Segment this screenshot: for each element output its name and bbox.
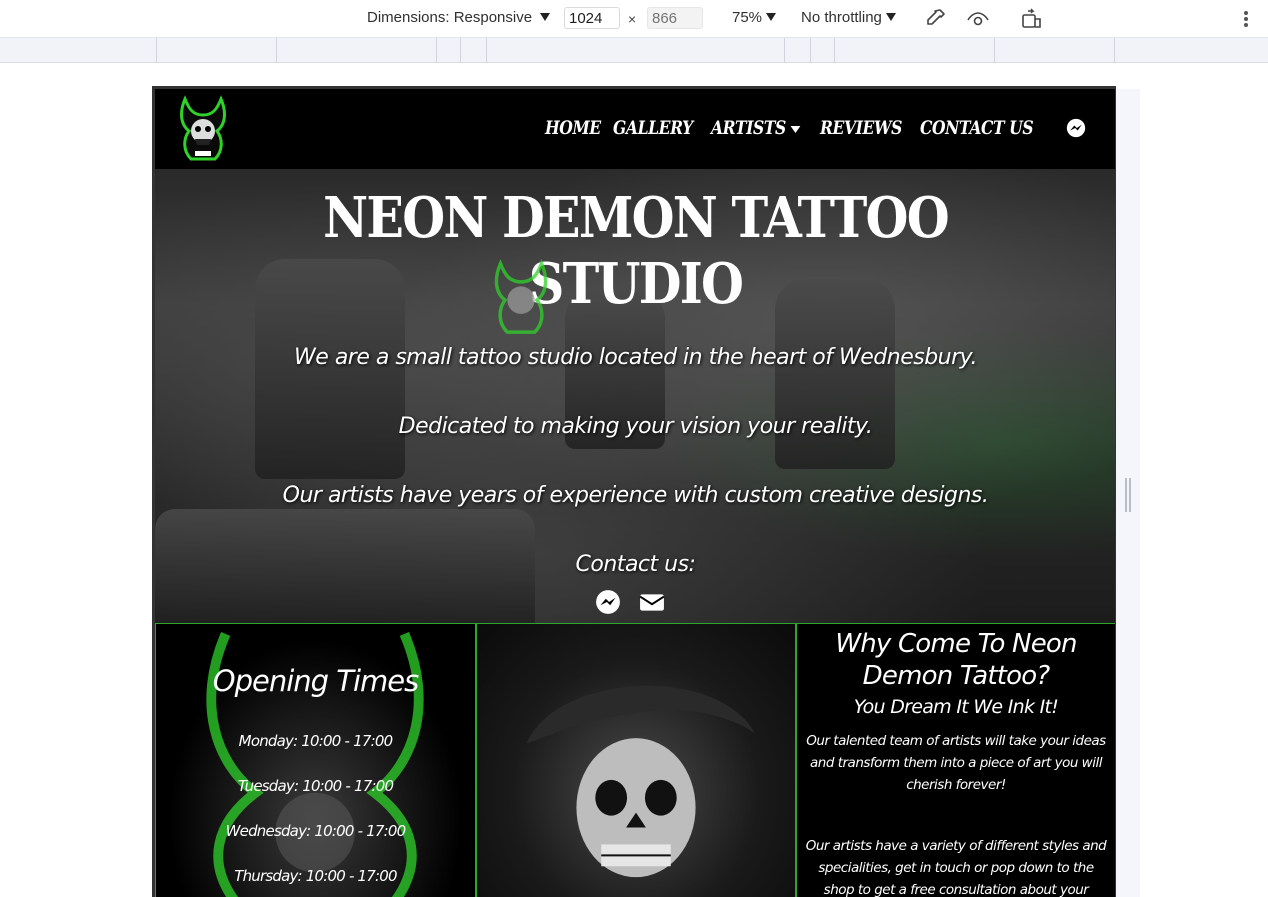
envelope-icon[interactable] bbox=[639, 589, 665, 615]
info-cards: Opening Times Monday: 10:00 - 17:00 Tues… bbox=[155, 623, 1115, 897]
dimensions-dropdown[interactable]: Dimensions: Responsive bbox=[367, 9, 551, 26]
opening-hours-row: Monday: 10:00 - 17:00 bbox=[238, 732, 393, 750]
throttling-dropdown[interactable]: No throttling bbox=[801, 9, 896, 26]
media-query-ruler[interactable] bbox=[0, 38, 1268, 63]
chevron-down-icon bbox=[766, 12, 777, 21]
hero-title: NEON DEMON TATTOO STUDIO bbox=[323, 185, 950, 317]
chevron-down-icon bbox=[885, 12, 896, 21]
demon-logo bbox=[494, 259, 548, 334]
messenger-icon[interactable] bbox=[1066, 118, 1086, 138]
nav-links: HOME GALLERY ARTISTS REVIEWS CONTACT US bbox=[545, 117, 1086, 139]
hero-contact-label: Contact us: bbox=[575, 552, 696, 577]
why-paragraph-2: Our artists have a variety of different … bbox=[805, 838, 1107, 897]
eyedropper-icon[interactable] bbox=[923, 7, 947, 31]
opening-times-title: Opening Times bbox=[212, 664, 420, 698]
nav-reviews[interactable]: REVIEWS bbox=[820, 117, 902, 139]
zoom-dropdown[interactable]: 75% bbox=[732, 9, 777, 26]
hero-contact-icons bbox=[595, 589, 665, 615]
messenger-icon[interactable] bbox=[595, 589, 621, 615]
opening-times-card: Opening Times Monday: 10:00 - 17:00 Tues… bbox=[155, 623, 476, 897]
width-input[interactable] bbox=[564, 7, 620, 29]
hero-line-1: We are a small tattoo studio located in … bbox=[294, 345, 977, 370]
dimensions-label: Dimensions: Responsive bbox=[367, 9, 533, 26]
nav-artists-label: ARTISTS bbox=[710, 117, 786, 139]
demon-logo[interactable] bbox=[175, 95, 231, 165]
website-frame: HOME GALLERY ARTISTS REVIEWS CONTACT US … bbox=[152, 86, 1116, 897]
opening-hours-row: Wednesday: 10:00 - 17:00 bbox=[225, 822, 407, 840]
nav-contact[interactable]: CONTACT US bbox=[920, 117, 1034, 139]
rotate-device-icon[interactable] bbox=[1020, 7, 1044, 31]
height-input[interactable] bbox=[647, 7, 703, 29]
why-subtitle: You Dream It We Ink It! bbox=[853, 696, 1059, 718]
hero-section: NEON DEMON TATTOO STUDIO We are a small … bbox=[155, 169, 1115, 623]
zoom-label: 75% bbox=[732, 9, 763, 26]
throttling-label: No throttling bbox=[801, 9, 882, 26]
opening-hours-row: Tuesday: 10:00 - 17:00 bbox=[237, 777, 394, 795]
grim-reaper-tattoo-image bbox=[526, 685, 756, 878]
eye-icon[interactable] bbox=[966, 7, 990, 31]
dropdown-caret-icon bbox=[790, 125, 801, 133]
hero-line-2: Dedicated to making your vision your rea… bbox=[398, 414, 873, 439]
devtools-device-toolbar: Dimensions: Responsive × 75% No throttli… bbox=[0, 0, 1268, 38]
hero-line-3: Our artists have years of experience wit… bbox=[282, 483, 989, 508]
times-separator: × bbox=[628, 11, 637, 27]
nav-gallery[interactable]: GALLERY bbox=[613, 117, 693, 139]
why-come-card: Why Come To Neon Demon Tattoo? You Dream… bbox=[796, 623, 1115, 897]
tattoo-photo bbox=[476, 623, 796, 897]
opening-hours-row: Thursday: 10:00 - 17:00 bbox=[234, 867, 397, 885]
nav-artists[interactable]: ARTISTS bbox=[711, 117, 801, 139]
why-title: Why Come To Neon Demon Tattoo? bbox=[835, 629, 1077, 691]
navbar: HOME GALLERY ARTISTS REVIEWS CONTACT US bbox=[155, 89, 1115, 169]
resize-handle[interactable] bbox=[1124, 478, 1132, 512]
chevron-down-icon bbox=[540, 12, 551, 21]
more-options-icon[interactable] bbox=[1238, 9, 1254, 29]
opening-hours-list: Monday: 10:00 - 17:00 Tuesday: 10:00 - 1… bbox=[156, 732, 475, 897]
why-paragraph-1: Our talented team of artists will take y… bbox=[806, 733, 1106, 793]
nav-home[interactable]: HOME bbox=[545, 117, 601, 139]
